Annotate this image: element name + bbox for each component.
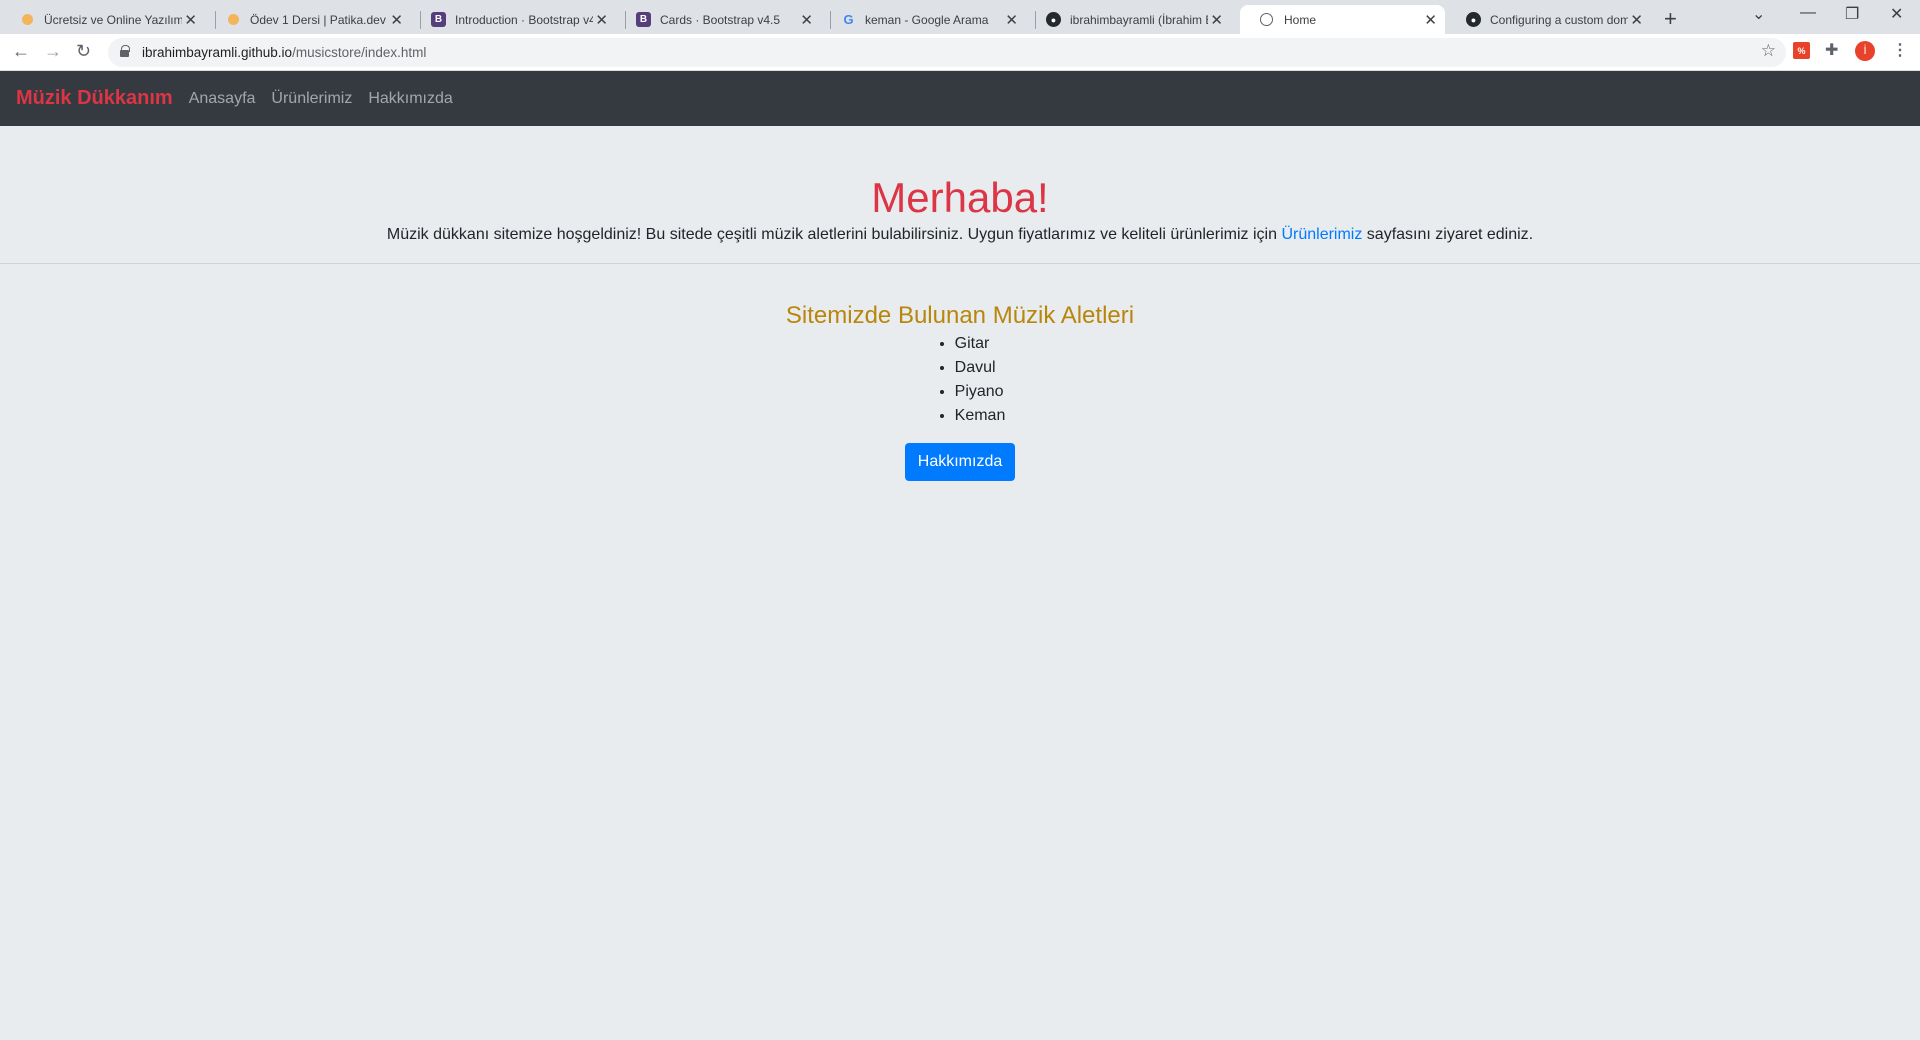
tab-bootstrap-intro[interactable]: B Introduction · Bootstrap v4. ✕ (411, 5, 616, 34)
menu-kebab-icon[interactable]: ⋮ (1892, 40, 1908, 60)
tab-patika-2[interactable]: Ödev 1 Dersi | Patika.dev ✕ (206, 5, 411, 34)
tab-home-active[interactable]: Home ✕ (1240, 5, 1445, 34)
instruments-section: Sitemizde Bulunan Müzik Aletleri Gitar D… (0, 302, 1920, 481)
tab-title: Configuring a custom dom (1490, 13, 1628, 27)
github-icon: ● (1046, 12, 1061, 27)
navbar-brand[interactable]: Müzik Dükkanım (16, 87, 173, 110)
nav-link-anasayfa[interactable]: Anasayfa (189, 90, 256, 108)
github-icon: ● (1466, 12, 1481, 27)
welcome-jumbotron: Merhaba! Müzik dükkanı sitemize hoşgeldi… (0, 126, 1920, 264)
hero-text-start: Müzik dükkanı sitemize hoşgeldiniz! Bu s… (386, 226, 1282, 244)
close-icon[interactable]: ✕ (390, 11, 403, 29)
nav-link-urunlerimiz[interactable]: Ürünlerimiz (271, 90, 352, 108)
close-icon[interactable]: ✕ (1424, 11, 1437, 29)
list-item: Davul (955, 356, 1006, 380)
instruments-heading: Sitemizde Bulunan Müzik Aletleri (785, 302, 1135, 329)
close-icon[interactable]: ✕ (595, 11, 608, 29)
site-navbar: Müzik Dükkanım Anasayfa Ürünlerimiz Hakk… (0, 71, 1920, 126)
bootstrap-icon: B (431, 12, 446, 27)
extension-icon[interactable]: % (1793, 42, 1810, 59)
profile-avatar[interactable]: İ (1855, 41, 1875, 61)
tab-title: Home (1284, 13, 1317, 27)
tab-title: Introduction · Bootstrap v4. (455, 13, 593, 27)
nav-link-hakkimizda[interactable]: Hakkımızda (368, 90, 452, 108)
tab-github-profile[interactable]: ● ibrahimbayramli (İbrahim B ✕ (1026, 5, 1231, 34)
tab-title: Ödev 1 Dersi | Patika.dev (250, 13, 386, 27)
reload-icon[interactable]: ↻ (76, 41, 91, 62)
hero-title: Merhaba! (871, 174, 1049, 221)
address-bar[interactable]: ibrahimbayramli.github.io/musicstore/ind… (108, 38, 1786, 67)
products-link[interactable]: Ürünlerimiz (1281, 226, 1362, 243)
restore-icon[interactable]: ❐ (1845, 4, 1859, 24)
hero-text: Müzik dükkanı sitemize hoşgeldiniz! Bu s… (0, 226, 1920, 244)
tab-bootstrap-cards[interactable]: B Cards · Bootstrap v4.5 ✕ (616, 5, 821, 34)
tab-github-docs[interactable]: ● Configuring a custom dom ✕ (1446, 5, 1651, 34)
close-icon[interactable]: ✕ (1005, 11, 1018, 29)
extensions-puzzle-icon[interactable]: ✚ (1825, 40, 1838, 60)
close-icon[interactable]: ✕ (184, 11, 197, 29)
list-item: Keman (955, 404, 1006, 428)
forward-icon[interactable]: → (44, 41, 62, 62)
close-icon[interactable]: ✕ (1210, 11, 1223, 29)
list-item: Gitar (955, 332, 1006, 356)
url-text[interactable]: ibrahimbayramli.github.io/musicstore/ind… (142, 45, 426, 60)
tab-title: keman - Google Arama (865, 13, 989, 27)
tab-patika-1[interactable]: Ücretsiz ve Online Yazılım E ✕ (0, 5, 205, 34)
tab-title: Cards · Bootstrap v4.5 (660, 13, 781, 27)
instruments-list: Gitar Davul Piyano Keman (915, 332, 1006, 428)
bootstrap-icon: B (636, 12, 651, 27)
hero-text-end: sayfasını ziyaret ediniz. (1362, 226, 1534, 244)
list-item: Piyano (955, 380, 1006, 404)
minimize-icon[interactable]: — (1800, 4, 1816, 22)
patika-icon (22, 14, 33, 25)
back-icon[interactable]: ← (12, 41, 30, 62)
browser-toolbar: ← → ↻ ibrahimbayramli.github.io/musicsto… (0, 34, 1920, 71)
tab-title: ibrahimbayramli (İbrahim B (1070, 13, 1208, 27)
globe-icon (1260, 13, 1273, 26)
close-icon[interactable]: ✕ (800, 11, 813, 29)
about-button[interactable]: Hakkımızda (904, 442, 1016, 481)
new-tab-icon[interactable]: + (1664, 6, 1677, 32)
lock-icon[interactable] (120, 45, 130, 57)
patika-icon (228, 14, 239, 25)
tab-search-icon[interactable]: ⌄ (1752, 4, 1765, 24)
tab-title: Ücretsiz ve Online Yazılım E (44, 13, 182, 27)
bookmark-star-icon[interactable]: ☆ (1761, 41, 1776, 61)
tab-google-search[interactable]: G keman - Google Arama ✕ (821, 5, 1026, 34)
close-icon[interactable]: ✕ (1630, 11, 1643, 29)
browser-tab-strip: Ücretsiz ve Online Yazılım E ✕ Ödev 1 De… (0, 0, 1920, 34)
window-close-icon[interactable]: ✕ (1890, 4, 1903, 24)
google-icon: G (843, 12, 854, 27)
